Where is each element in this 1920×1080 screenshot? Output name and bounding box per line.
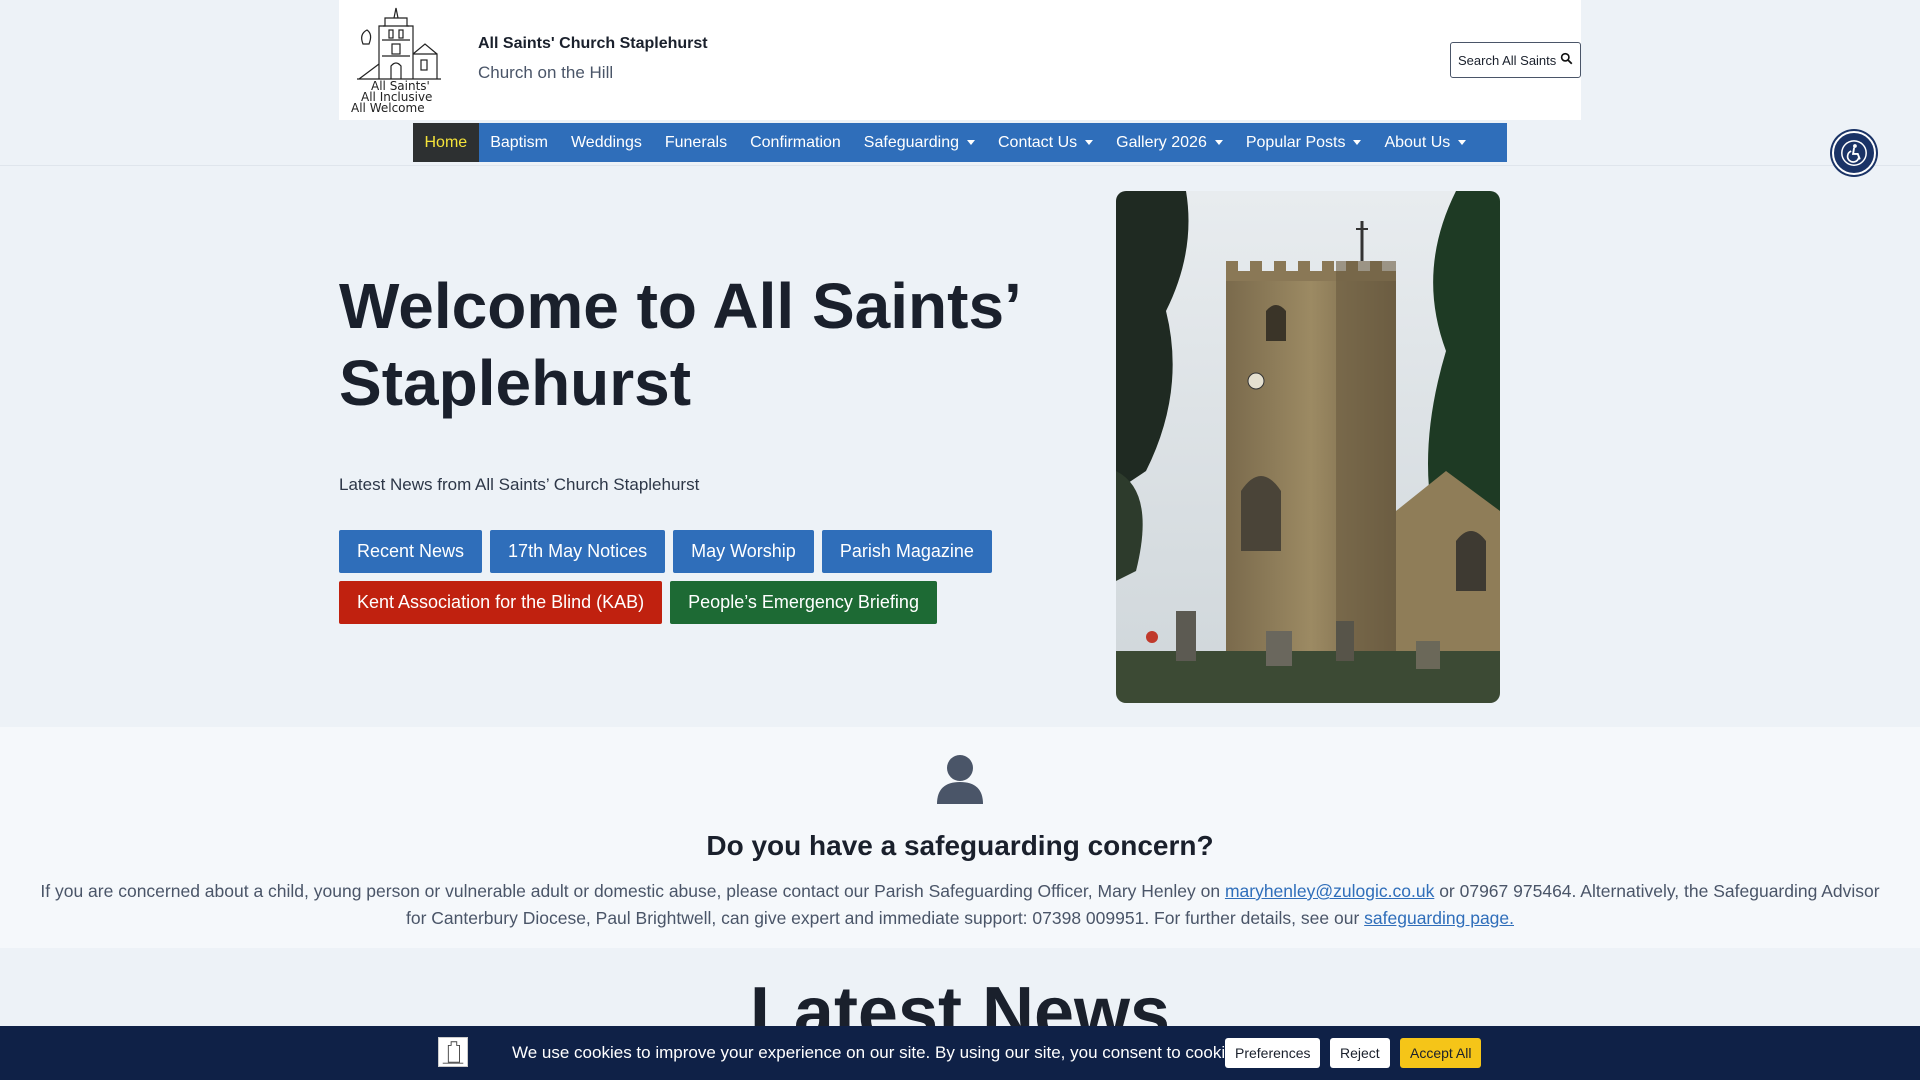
cookie-accept-button[interactable]: Accept All bbox=[1400, 1038, 1482, 1068]
may-worship-button[interactable]: May Worship bbox=[673, 530, 814, 573]
hero-subtitle: Latest News from All Saints’ Church Stap… bbox=[339, 475, 700, 494]
safeguarding-text-part-1: If you are concerned about a child, youn… bbox=[40, 881, 1225, 901]
nav-item-home[interactable]: Home bbox=[413, 123, 479, 162]
nav-item-contact-us[interactable]: Contact Us bbox=[986, 123, 1104, 162]
nav-item-label: Funerals bbox=[664, 133, 728, 151]
site-tagline: Church on the Hill bbox=[478, 63, 614, 82]
hero-title: Welcome to All Saints’ Staplehurst bbox=[339, 270, 1019, 419]
kab-button[interactable]: Kent Association for the Blind (KAB) bbox=[339, 581, 663, 624]
nav-item-label: Confirmation bbox=[750, 133, 841, 151]
search-button-label: Search All Saints bbox=[1458, 52, 1557, 68]
logo-line-3: All Welcome bbox=[351, 101, 425, 115]
safeguarding-title: Do you have a safeguarding concern? bbox=[706, 830, 1214, 861]
cookie-message: We use cookies to improve your experienc… bbox=[512, 1043, 1248, 1062]
nav-item-funerals[interactable]: Funerals bbox=[653, 123, 738, 162]
cookie-reject-button[interactable]: Reject bbox=[1330, 1038, 1390, 1068]
cookie-banner: We use cookies to improve your experienc… bbox=[0, 1026, 1920, 1080]
nav-item-about-us[interactable]: About Us bbox=[1373, 123, 1478, 162]
person-icon bbox=[935, 752, 985, 804]
site-title[interactable]: All Saints' Church Staplehurst bbox=[478, 35, 708, 53]
main-nav: Home Baptism Weddings Funerals Confirmat… bbox=[413, 123, 1507, 162]
cookie-preferences-button[interactable]: Preferences bbox=[1225, 1038, 1321, 1068]
nav-item-label: Baptism bbox=[490, 133, 548, 151]
caret-down-icon bbox=[1353, 140, 1362, 145]
parish-magazine-button[interactable]: Parish Magazine bbox=[821, 530, 992, 573]
nav-item-label: Weddings bbox=[570, 133, 642, 151]
hero-buttons-row-1: Recent News 17th May Notices May Worship… bbox=[339, 530, 992, 573]
nav-item-popular-posts[interactable]: Popular Posts bbox=[1234, 123, 1373, 162]
nav-item-gallery-2026[interactable]: Gallery 2026 bbox=[1105, 123, 1235, 162]
safeguarding-email-link[interactable]: maryhenley@zulogic.co.uk bbox=[1225, 881, 1434, 901]
header-branding: All Saints' All Inclusive All Welcome Al… bbox=[339, 0, 1581, 120]
emergency-briefing-button[interactable]: People’s Emergency Briefing bbox=[670, 581, 937, 624]
hero-buttons-row-2: Kent Association for the Blind (KAB) Peo… bbox=[339, 581, 937, 624]
church-logo-small bbox=[438, 1037, 468, 1067]
nav-item-safeguarding[interactable]: Safeguarding bbox=[852, 123, 986, 162]
nav-item-label: Safeguarding bbox=[863, 133, 959, 151]
nav-item-baptism[interactable]: Baptism bbox=[479, 123, 560, 162]
nav-item-label: Gallery 2026 bbox=[1116, 133, 1207, 151]
caret-down-icon bbox=[1085, 140, 1094, 145]
nav-item-label: Contact Us bbox=[997, 133, 1078, 151]
search-button[interactable]: Search All Saints bbox=[1450, 42, 1581, 78]
site-header: All Saints' All Inclusive All Welcome Al… bbox=[0, 0, 1920, 166]
caret-down-icon bbox=[966, 140, 975, 145]
church-logo[interactable]: All Saints' All Inclusive All Welcome bbox=[349, 4, 449, 116]
notices-button[interactable]: 17th May Notices bbox=[490, 530, 666, 573]
search-icon bbox=[1560, 52, 1573, 68]
accessibility-icon bbox=[1841, 140, 1867, 166]
nav-item-confirmation[interactable]: Confirmation bbox=[739, 123, 853, 162]
recent-news-button[interactable]: Recent News bbox=[339, 530, 483, 573]
safeguarding-page-link[interactable]: safeguarding page. bbox=[1364, 908, 1514, 928]
nav-item-weddings[interactable]: Weddings bbox=[559, 123, 653, 162]
nav-item-label: Popular Posts bbox=[1245, 133, 1346, 151]
nav-item-label: About Us bbox=[1384, 133, 1451, 151]
caret-down-icon bbox=[1458, 140, 1467, 145]
nav-item-label: Home bbox=[424, 133, 468, 151]
safeguarding-text: If you are concerned about a child, youn… bbox=[40, 878, 1880, 932]
caret-down-icon bbox=[1214, 140, 1223, 145]
church-tower-photo bbox=[1116, 191, 1500, 703]
accessibility-button[interactable] bbox=[1832, 131, 1876, 175]
